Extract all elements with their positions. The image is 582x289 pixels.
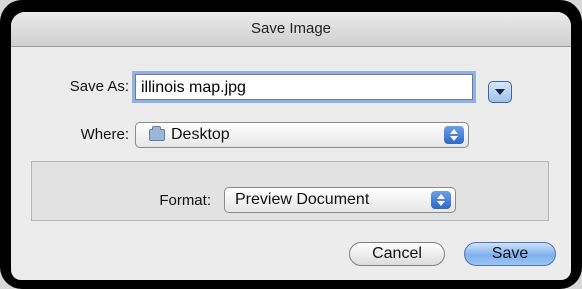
save-button[interactable]: Save [464,242,556,266]
window-frame: Save Image Save As: illinois map.jpg Whe… [0,0,582,289]
up-down-stepper-icon [444,126,464,144]
folder-icon [149,126,165,141]
save-dialog: Save Image Save As: illinois map.jpg Whe… [11,12,571,280]
where-popup[interactable]: Desktop [135,122,469,148]
filename-input[interactable]: illinois map.jpg [135,74,473,100]
where-label: Where: [80,126,129,143]
save-as-label: Save As: [69,78,129,95]
format-value: Preview Document [235,191,370,208]
format-popup[interactable]: Preview Document [224,187,456,213]
cancel-button[interactable]: Cancel [349,242,445,266]
dialog-title: Save Image [11,12,571,47]
where-value: Desktop [171,126,230,143]
up-down-stepper-icon [431,191,451,209]
format-label: Format: [159,192,211,209]
expand-dialog-button[interactable] [488,81,512,103]
chevron-down-icon [495,89,505,95]
